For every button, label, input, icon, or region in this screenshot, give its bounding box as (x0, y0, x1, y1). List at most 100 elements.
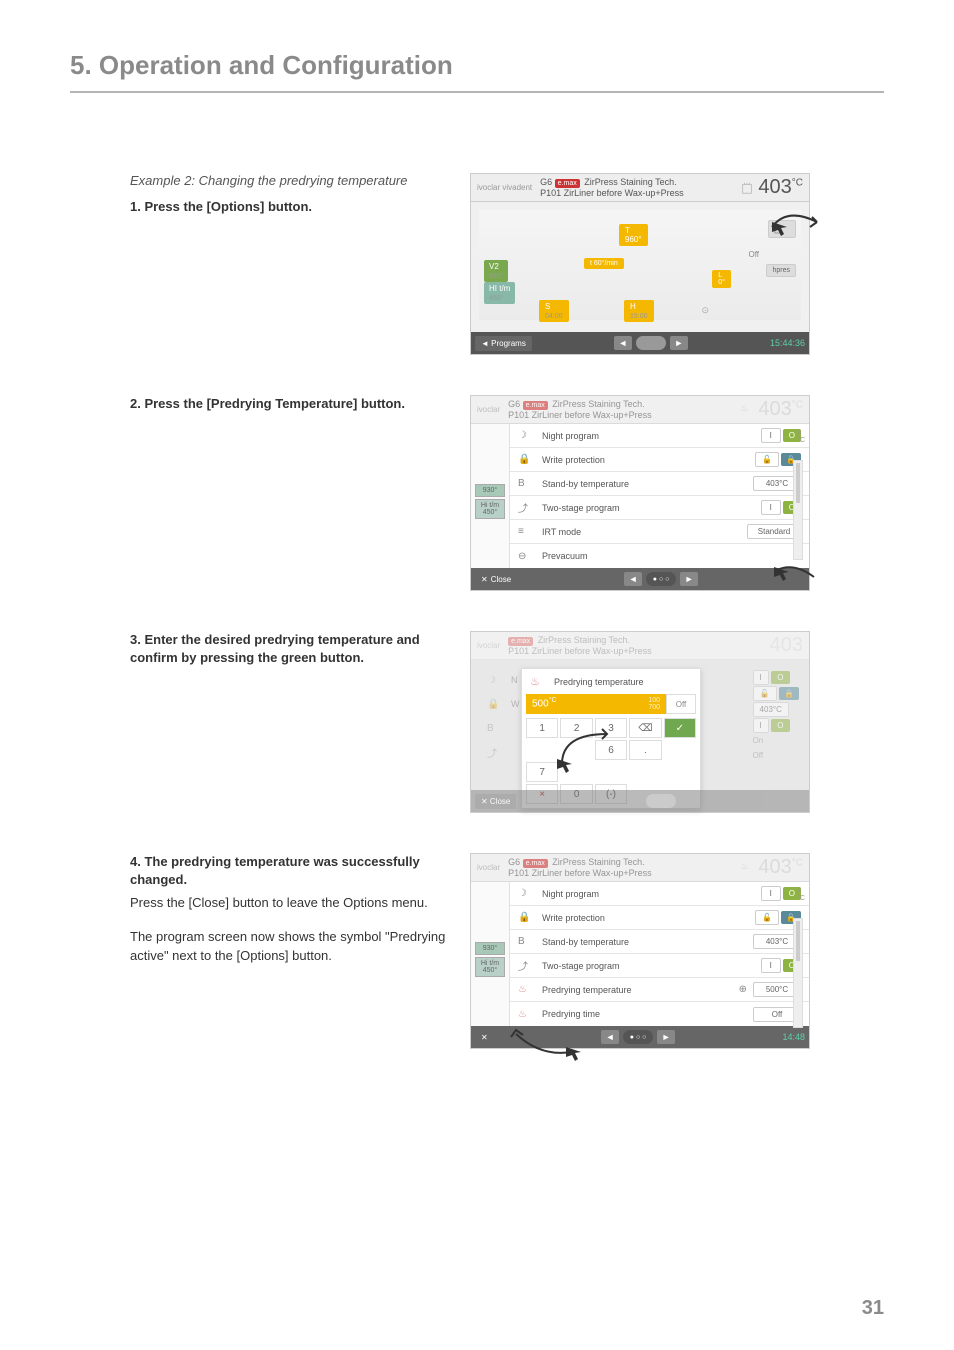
option-label: Two-stage program (542, 503, 761, 513)
lock-icon: 🔒 (518, 912, 534, 923)
group-label: G6 (540, 177, 552, 187)
brand-label: ivoclar (477, 406, 500, 414)
v2-chip[interactable]: V2930° (484, 260, 508, 282)
furnace-icon (740, 181, 754, 195)
key-dot[interactable]: . (629, 740, 661, 760)
program-title-1: ZirPress Staining Tech. (552, 857, 644, 867)
cursor-pointer-icon (501, 1022, 581, 1062)
option-label: Predrying time (542, 1009, 753, 1019)
program-title-2: P101 ZirLiner before Wax-up+Press (508, 868, 736, 878)
footer-time: 14:48 (782, 1032, 805, 1042)
footer-right-arrow[interactable]: ► (657, 1030, 675, 1044)
emax-chip: e.max (555, 179, 580, 188)
program-title-1: ZirPress Staining Tech. (584, 177, 676, 187)
close-button[interactable]: ✕ (475, 1030, 494, 1045)
brand-label: ivoclar (477, 642, 500, 650)
option-standby-temperature[interactable]: B Stand-by temperature 403°C (510, 930, 809, 954)
option-two-stage[interactable]: ⤴ Two-stage program IO (510, 954, 809, 978)
l-label[interactable]: L0° (712, 270, 731, 288)
keypad-off-button[interactable]: Off (666, 694, 696, 714)
program-title-2: P101 ZirLiner before Wax-up+Press (540, 188, 736, 198)
option-predrying-temperature[interactable]: ♨ Predrying temperature ⊕ 500°C (510, 978, 809, 1002)
scrollbar[interactable] (793, 918, 803, 1028)
option-standby-temperature[interactable]: B Stand-by temperature 403°C (510, 472, 809, 496)
keypad-modal: ♨ Predrying temperature 500°C100700 Off … (521, 668, 701, 809)
furnace-icon: ♨ (740, 403, 754, 417)
footer-home-button[interactable] (636, 336, 666, 350)
toggle-i[interactable]: I (761, 886, 781, 901)
group-label: G6 (508, 399, 520, 409)
screenshot-4: ivoclar G6 e.max ZirPress Staining Tech.… (470, 853, 810, 1049)
option-label: Prevacuum (542, 551, 801, 561)
footer-left-arrow[interactable]: ◄ (624, 572, 642, 586)
close-button[interactable]: ✕ Close (475, 572, 517, 587)
toggle-i[interactable]: I (761, 428, 781, 443)
emax-chip: e.max (508, 637, 533, 646)
hi-chip[interactable]: HI t/m450° (484, 282, 515, 304)
footer-time: 15:44:36 (770, 338, 805, 348)
option-prevacuum[interactable]: ⊖ Prevacuum (510, 544, 809, 568)
off-label: Off (748, 250, 759, 259)
emax-chip: e.max (523, 401, 548, 410)
option-write-protection[interactable]: 🔒 Write protection 🔓🔒 (510, 906, 809, 930)
curve-icon: ⤴ (518, 958, 534, 973)
program-title-2: P101 ZirLiner before Wax-up+Press (508, 410, 736, 420)
s-label[interactable]: S04:00 (539, 300, 569, 322)
option-night-program[interactable]: ☽ Night program IO (510, 882, 809, 906)
toggle-i[interactable]: I (761, 958, 781, 973)
step-3-text: 3. Enter the desired predrying temperatu… (130, 631, 450, 667)
footer-indicator[interactable]: ● ○ ○ (623, 1030, 653, 1044)
footer-right-arrow[interactable]: ► (670, 336, 688, 350)
side-on-label: On (753, 736, 799, 745)
footer-left-arrow[interactable]: ◄ (614, 336, 632, 350)
footer-home-button[interactable] (646, 794, 676, 808)
option-label: Stand-by temperature (542, 937, 753, 947)
page-number: 31 (862, 1297, 884, 1320)
emax-chip: e.max (523, 859, 548, 868)
step-4-title: 4. The predrying temperature was success… (130, 853, 450, 889)
rate-label[interactable]: t 60°/min (584, 258, 624, 269)
side-badge: Hi t/m450° (475, 957, 505, 977)
thermometer-icon: B (518, 478, 534, 489)
vacuum-icon: ⊖ (518, 551, 534, 562)
unit-label: ≡°C (797, 888, 805, 902)
h-label[interactable]: H15:00 (624, 300, 654, 322)
step-4-line1: Press the [Close] button to leave the Op… (130, 893, 450, 913)
option-label: Write protection (542, 455, 755, 465)
lock-off[interactable]: 🔓 (755, 910, 779, 925)
temperature-display: 403 (770, 634, 803, 657)
footer-indicator[interactable]: ● ○ ○ (646, 572, 676, 586)
footer-left-arrow[interactable]: ◄ (601, 1030, 619, 1044)
option-irt-mode[interactable]: ≡ IRT mode Standard (510, 520, 809, 544)
key-back[interactable]: ⌫ (629, 718, 661, 738)
unit-label: ≡°C (797, 430, 805, 444)
temperature-display: 403°C (758, 856, 803, 879)
brand-label: ivoclar (477, 864, 500, 872)
side-badge: 930° (475, 942, 505, 955)
furnace-icon: ♨ (740, 861, 754, 875)
option-label: Stand-by temperature (542, 479, 753, 489)
predry-time-icon: ♨ (518, 1009, 534, 1020)
option-night-program[interactable]: ☽ Night program I O (510, 424, 809, 448)
step-2-text: 2. Press the [Predrying Temperature] but… (130, 395, 450, 413)
footer-right-arrow[interactable]: ► (680, 572, 698, 586)
toggle-i[interactable]: I (761, 500, 781, 515)
side-badge: 930° (475, 484, 505, 497)
option-label: Two-stage program (542, 961, 761, 971)
lock-off[interactable]: 🔓 (755, 452, 779, 467)
brand-label: ivoclar vivadent (477, 184, 532, 192)
scrollbar[interactable] (793, 460, 803, 560)
irt-icon: ≡ (518, 526, 534, 537)
option-write-protection[interactable]: 🔒 Write protection 🔓 🔒 (510, 448, 809, 472)
cursor-pointer-icon (767, 202, 827, 252)
key-confirm[interactable]: ✓ (664, 718, 696, 738)
active-indicator-icon: ⊕ (739, 984, 747, 995)
option-two-stage[interactable]: ⤴ Two-stage program I O (510, 496, 809, 520)
thermometer-icon: B (518, 936, 534, 947)
programs-button[interactable]: ◄ Programs (475, 336, 532, 351)
close-button[interactable]: ✕ Close (475, 794, 516, 809)
curve-icon: ⤴ (518, 500, 534, 515)
vacuum-gauge-2: hpres (766, 264, 796, 277)
option-label: Predrying temperature (542, 985, 739, 995)
curve-top-label[interactable]: T960° (619, 224, 648, 246)
